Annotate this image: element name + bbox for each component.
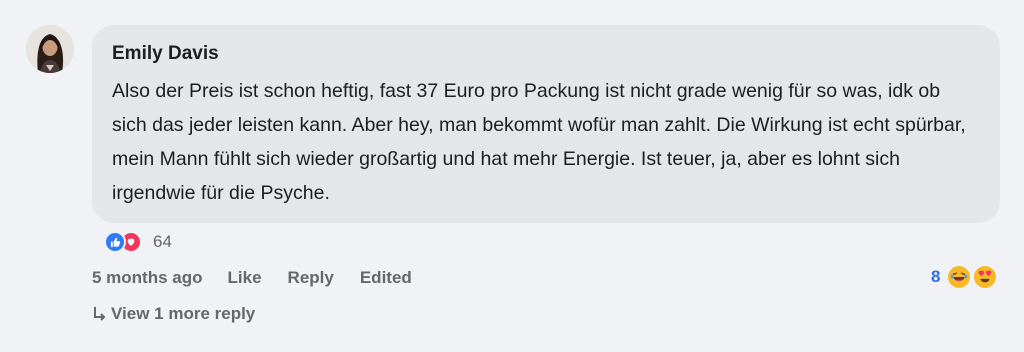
reply-arrow-icon xyxy=(94,307,106,321)
comment-reactions[interactable]: 64 xyxy=(104,230,172,254)
comment-actions: 5 months ago Like Reply Edited xyxy=(92,268,438,288)
comment-bubble: Emily Davis Also der Preis ist schon hef… xyxy=(92,25,1000,223)
reaction-count: 64 xyxy=(153,232,172,251)
user-avatar-image xyxy=(26,25,74,73)
edited-label[interactable]: Edited xyxy=(360,268,412,288)
heart-eyes-emoji-icon xyxy=(974,266,997,288)
reply-reaction-count: 8 xyxy=(931,267,941,286)
like-button[interactable]: Like xyxy=(228,268,262,288)
laughing-emoji-icon xyxy=(948,266,971,288)
reply-button[interactable]: Reply xyxy=(288,268,334,288)
comment-text: Also der Preis ist schon heftig, fast 37… xyxy=(112,80,966,204)
view-more-replies-link[interactable]: View 1 more reply xyxy=(92,304,255,324)
reply-reaction-summary[interactable]: 8 xyxy=(931,266,997,288)
like-icon xyxy=(104,231,126,253)
avatar[interactable] xyxy=(26,25,74,73)
timestamp[interactable]: 5 months ago xyxy=(92,268,203,288)
view-more-replies-label: View 1 more reply xyxy=(111,304,256,323)
comment-author[interactable]: Emily Davis xyxy=(112,43,980,65)
